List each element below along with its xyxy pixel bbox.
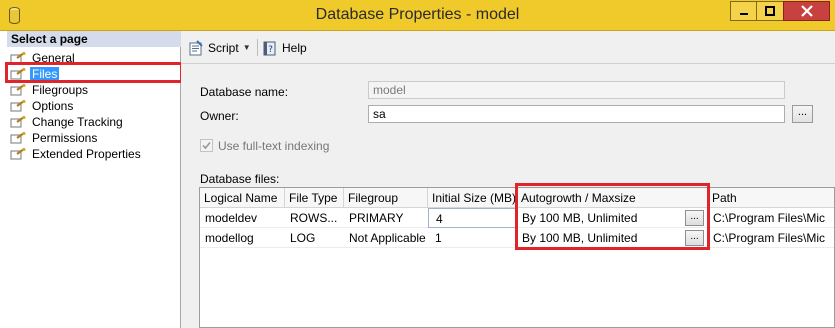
column-header-file-type[interactable]: File Type bbox=[285, 188, 344, 208]
page-wrench-icon bbox=[10, 84, 26, 96]
page-item-label: Options bbox=[32, 99, 74, 113]
column-header-path[interactable]: Path bbox=[708, 188, 834, 208]
initial-size-cell[interactable]: 4 bbox=[428, 208, 516, 228]
logical-name-cell[interactable]: modeldev bbox=[200, 208, 285, 228]
page-item-label: Filegroups bbox=[32, 83, 89, 97]
properties-pane: Script ▼ ? Help Database name: model Own… bbox=[181, 31, 835, 328]
database-name-field: model bbox=[368, 81, 785, 99]
toolbar: Script ▼ ? Help bbox=[181, 31, 835, 64]
initial-size-cell[interactable]: 1 bbox=[428, 228, 516, 248]
filegroup-cell[interactable]: PRIMARY bbox=[344, 208, 428, 228]
filegroup-cell[interactable]: Not Applicable bbox=[344, 228, 428, 248]
path-cell[interactable]: C:\Program Files\Mic bbox=[708, 228, 834, 248]
files-highlight-callout bbox=[5, 62, 183, 83]
page-wrench-icon bbox=[10, 100, 26, 112]
help-book-icon: ? bbox=[263, 41, 276, 55]
svg-text:?: ? bbox=[268, 45, 273, 55]
script-button[interactable]: Script ▼ bbox=[188, 39, 251, 56]
minimize-button[interactable] bbox=[730, 1, 756, 21]
minimize-icon bbox=[739, 13, 748, 15]
toolbar-separator bbox=[257, 39, 258, 56]
page-item-filegroups[interactable]: Filegroups bbox=[10, 82, 88, 98]
page-item-label: Permissions bbox=[32, 131, 98, 145]
page-wrench-icon bbox=[10, 148, 26, 160]
script-icon bbox=[189, 39, 203, 55]
fulltext-checkbox[interactable] bbox=[200, 139, 213, 152]
column-header-filegroup[interactable]: Filegroup bbox=[344, 188, 428, 208]
page-item-label: Extended Properties bbox=[32, 147, 141, 161]
help-button[interactable]: ? Help bbox=[262, 39, 307, 56]
page-wrench-icon bbox=[10, 116, 26, 128]
checkmark-icon bbox=[202, 141, 211, 150]
maximize-button[interactable] bbox=[756, 1, 783, 21]
owner-field[interactable]: sa bbox=[368, 105, 785, 123]
logical-name-cell[interactable]: modellog bbox=[200, 228, 285, 248]
page-item-options[interactable]: Options bbox=[10, 98, 73, 114]
owner-label: Owner: bbox=[200, 109, 239, 123]
maximize-icon bbox=[765, 6, 775, 16]
help-label: Help bbox=[282, 40, 307, 55]
page-wrench-icon bbox=[10, 132, 26, 144]
file-type-cell[interactable]: LOG bbox=[285, 228, 344, 248]
page-item-label: Change Tracking bbox=[32, 115, 123, 129]
column-header-initial-size[interactable]: Initial Size (MB) bbox=[428, 188, 517, 208]
close-icon bbox=[800, 5, 813, 17]
title-bar: Database Properties - model bbox=[0, 0, 835, 31]
script-label: Script bbox=[208, 40, 239, 55]
page-item-change-tracking[interactable]: Change Tracking bbox=[10, 114, 123, 130]
fulltext-label: Use full-text indexing bbox=[218, 139, 330, 153]
close-button[interactable] bbox=[783, 1, 830, 21]
window-title: Database Properties - model bbox=[315, 6, 520, 23]
autogrowth-highlight-callout bbox=[515, 183, 710, 250]
database-name-label: Database name: bbox=[200, 85, 289, 99]
pane-header: Select a page bbox=[7, 31, 181, 47]
database-files-label: Database files: bbox=[200, 172, 280, 186]
column-header-logical-name[interactable]: Logical Name bbox=[200, 188, 285, 208]
page-item-extended-properties[interactable]: Extended Properties bbox=[10, 146, 141, 162]
file-type-cell[interactable]: ROWS... bbox=[285, 208, 344, 228]
page-item-permissions[interactable]: Permissions bbox=[10, 130, 97, 146]
chevron-down-icon: ▼ bbox=[242, 43, 251, 52]
owner-browse-button[interactable]: ... bbox=[792, 105, 813, 123]
path-cell[interactable]: C:\Program Files\Mic bbox=[708, 208, 834, 228]
